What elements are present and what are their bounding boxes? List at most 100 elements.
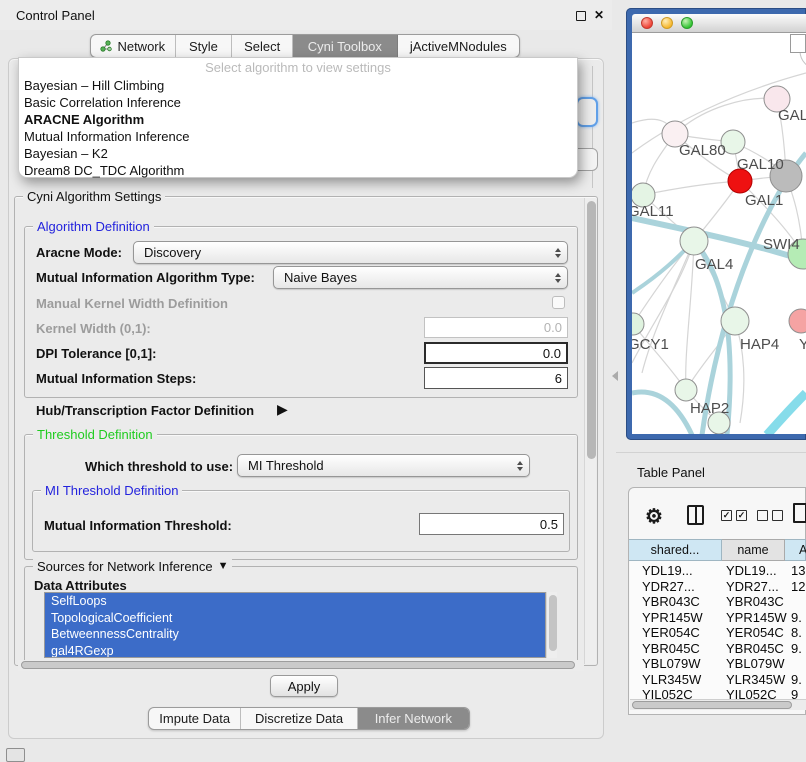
cell-name: YLR345W — [726, 672, 785, 687]
cell-value: 8. — [791, 625, 802, 640]
split-columns-icon[interactable] — [687, 505, 704, 525]
float-icon[interactable] — [576, 11, 586, 21]
export-table-icon[interactable] — [793, 503, 806, 523]
tab-discretize-data[interactable]: Discretize Data — [241, 708, 357, 729]
algorithm-definition-title: Algorithm Definition — [33, 218, 154, 235]
algorithm-option-selected[interactable]: ARACNE Algorithm — [19, 111, 577, 128]
control-panel-tabs: Network Style Select Cyni Toolbox jActiv… — [90, 34, 520, 58]
mi-type-label: Mutual Information Algorithm Type: — [36, 270, 255, 285]
table-panel-title: Table Panel — [637, 465, 705, 480]
data-attributes-list: SelfLoops TopologicalCoefficient Between… — [44, 592, 546, 658]
tab-network[interactable]: Network — [91, 35, 176, 57]
network-view-window[interactable]: GAL2 GAL80 GAL10 GAL1 GAL11 GAL4 SWI4 GC… — [626, 8, 806, 440]
cell-value: 9 — [791, 687, 798, 699]
cell-value: 12 — [791, 579, 805, 594]
deselect-check-icon[interactable] — [757, 510, 768, 521]
settings-hscrollbar-thumb[interactable] — [21, 661, 575, 669]
cell-name: YDL19... — [726, 563, 777, 578]
tab-style[interactable]: Style — [176, 35, 233, 57]
sources-collapse-icon[interactable]: ▼ — [218, 558, 229, 575]
algorithm-option[interactable]: Bayesian – Hill Climbing — [19, 77, 577, 94]
mi-type-value: Naive Bayes — [284, 270, 357, 285]
close-traffic-light-icon[interactable] — [641, 17, 653, 29]
control-panel-title: Control Panel — [16, 8, 95, 23]
attribute-item[interactable]: BetweennessCentrality — [45, 626, 545, 643]
cell-value: 13 — [791, 563, 805, 578]
node-label: SWI4 — [763, 236, 800, 253]
algorithm-option[interactable]: Dream8 DC_TDC Algorithm — [19, 162, 577, 179]
minimized-panel-icon[interactable] — [6, 748, 25, 762]
network-window-titlebar[interactable] — [632, 14, 806, 33]
column-header-name[interactable]: name — [722, 539, 785, 561]
settings-scrollbar-thumb[interactable] — [587, 201, 596, 459]
algorithm-combo-partial[interactable] — [576, 97, 598, 127]
kernel-width-label: Kernel Width (0,1): — [36, 321, 151, 336]
cell-shared: YDR27... — [642, 579, 695, 594]
algorithm-option[interactable]: Bayesian – K2 — [19, 145, 577, 162]
tab-infer-network[interactable]: Infer Network — [358, 708, 469, 729]
attribute-item[interactable]: TopologicalCoefficient — [45, 610, 545, 627]
cell-shared: YPR145W — [642, 610, 703, 625]
attributes-scrollbar-track[interactable] — [546, 592, 557, 658]
stepper-icon — [517, 461, 523, 471]
cell-shared: YBR045C — [642, 641, 700, 656]
tab-select-label: Select — [244, 39, 280, 54]
column-header-shared-name[interactable]: shared... — [629, 539, 722, 561]
algorithm-option[interactable]: Mutual Information Inference — [19, 128, 577, 145]
tab-discretize-data-label: Discretize Data — [255, 711, 343, 726]
attribute-item[interactable]: gal4RGexp — [45, 643, 545, 659]
kernel-width-value: 0.0 — [544, 320, 562, 335]
node-label: GCY1 — [632, 336, 669, 353]
aracne-mode-label: Aracne Mode: — [36, 245, 122, 260]
mi-type-combo[interactable]: Naive Bayes — [273, 266, 568, 289]
tab-impute-data[interactable]: Impute Data — [149, 708, 241, 729]
tab-select[interactable]: Select — [232, 35, 293, 57]
settings-scrollbar-track[interactable] — [584, 198, 596, 664]
mi-threshold-field[interactable]: 0.5 — [419, 513, 564, 535]
minimize-traffic-light-icon[interactable] — [661, 17, 673, 29]
tab-cyni-toolbox[interactable]: Cyni Toolbox — [293, 35, 398, 57]
node-salmon[interactable] — [789, 309, 806, 333]
settings-hscrollbar-track[interactable] — [18, 660, 584, 671]
algorithm-dropdown-placeholder: Select algorithm to view settings — [19, 59, 577, 77]
close-icon[interactable]: ✕ — [594, 8, 604, 22]
cell-shared: YDL19... — [642, 563, 693, 578]
which-threshold-label: Which threshold to use: — [85, 459, 233, 474]
node-gal4[interactable] — [680, 227, 708, 255]
divider-collapse-icon[interactable] — [612, 371, 618, 381]
cell-value: 9. — [791, 610, 802, 625]
aracne-mode-combo[interactable]: Discovery — [133, 241, 568, 264]
zoom-traffic-light-icon[interactable] — [681, 17, 693, 29]
tab-cyni-toolbox-label: Cyni Toolbox — [308, 39, 382, 54]
attributes-scrollbar-thumb[interactable] — [549, 595, 557, 651]
column-header-partial[interactable]: A — [785, 539, 806, 561]
hub-expand-icon[interactable]: ▶ — [277, 401, 288, 418]
deselect-check-icon[interactable] — [772, 510, 783, 521]
which-threshold-combo[interactable]: MI Threshold — [237, 454, 530, 477]
select-all-check-icon[interactable]: ✓ — [736, 510, 747, 521]
table-hscrollbar-track[interactable] — [630, 699, 806, 710]
table-hscrollbar-thumb[interactable] — [632, 701, 792, 709]
dpi-tolerance-field[interactable]: 0.0 — [424, 342, 568, 364]
tab-jactivemnodules[interactable]: jActiveMNodules — [398, 35, 519, 57]
network-canvas[interactable]: GAL2 GAL80 GAL10 GAL1 GAL11 GAL4 SWI4 GC… — [632, 33, 806, 434]
select-all-check-icon[interactable]: ✓ — [721, 510, 732, 521]
cell-name: YBR043C — [726, 594, 784, 609]
kernel-width-field[interactable]: 0.0 — [424, 317, 568, 338]
table-body: YDL19... YDL19... 13 YDR27... YDR27... 1… — [630, 561, 806, 699]
cell-name: YBR045C — [726, 641, 784, 656]
attribute-item[interactable]: SelfLoops — [45, 593, 545, 610]
hub-definition-label: Hub/Transcription Factor Definition — [36, 403, 254, 418]
apply-button[interactable]: Apply — [270, 675, 338, 697]
mi-steps-field[interactable]: 6 — [424, 367, 568, 389]
network-overview-box[interactable] — [790, 34, 806, 53]
gear-icon[interactable]: ⚙ — [645, 504, 663, 529]
manual-kernel-checkbox[interactable] — [552, 296, 565, 309]
cell-value: 9. — [791, 641, 802, 656]
algorithm-option[interactable]: Basic Correlation Inference — [19, 94, 577, 111]
node-hap2[interactable] — [675, 379, 697, 401]
tab-style-label: Style — [189, 39, 218, 54]
node-hap4[interactable] — [721, 307, 749, 335]
node-gcy1[interactable] — [632, 313, 644, 335]
node-label: GAL4 — [695, 256, 733, 273]
